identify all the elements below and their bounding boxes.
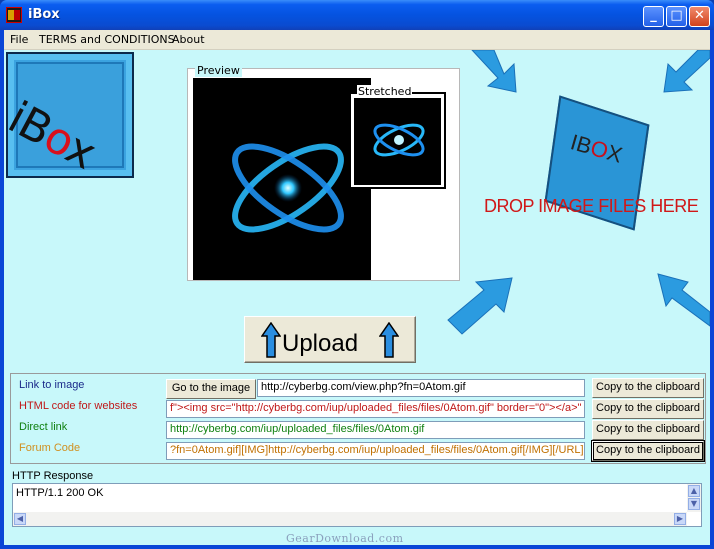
- arrow-bottom-left-icon: [447, 277, 513, 335]
- vertical-scrollbar[interactable]: ▲ ▼: [687, 484, 701, 512]
- atom-icon: [232, 143, 344, 233]
- arrow-bottom-right-icon: [657, 273, 710, 327]
- upload-button[interactable]: Upload: [244, 316, 416, 363]
- menu-bar: File TERMS and CONDITIONS About: [4, 30, 710, 50]
- scroll-up-icon[interactable]: ▲: [688, 485, 700, 497]
- go-to-image-button[interactable]: Go to the image: [166, 379, 256, 399]
- arrow-top-left-icon: [471, 50, 517, 93]
- http-response-box[interactable]: HTTP/1.1 200 OK ▲ ▼ ◀ ▶: [12, 483, 702, 527]
- html-code-field[interactable]: f"><img src="http://cyberbg.com/iup/uplo…: [166, 400, 585, 418]
- title-bar[interactable]: iBox _ □ ✕: [0, 0, 714, 30]
- stretched-image: [354, 98, 441, 185]
- link-to-image-field[interactable]: http://cyberbg.com/view.php?fn=0Atom.gif: [257, 379, 585, 397]
- label-forum-code: Forum Code: [19, 442, 81, 454]
- maximize-button[interactable]: □: [666, 6, 687, 27]
- label-direct-link: Direct link: [19, 421, 68, 433]
- direct-link-field[interactable]: http://cyberbg.com/iup/uploaded_files/fi…: [166, 421, 585, 439]
- scroll-left-icon[interactable]: ◀: [14, 513, 26, 525]
- menu-about[interactable]: About: [172, 33, 205, 46]
- preview-label: Preview: [195, 64, 242, 77]
- maximize-icon: □: [670, 8, 683, 23]
- main-panel: iBox IBOX DROP IMAGE FILES HERE Preview: [0, 50, 710, 545]
- horizontal-scrollbar[interactable]: ◀ ▶: [13, 512, 687, 526]
- up-arrow-right-icon: [379, 322, 399, 358]
- stretched-label: Stretched: [357, 85, 413, 98]
- scroll-right-icon[interactable]: ▶: [674, 513, 686, 525]
- copy-forum-button[interactable]: Copy to the clipboard: [591, 440, 705, 462]
- upload-label: Upload: [282, 330, 359, 357]
- minimize-icon: _: [650, 8, 657, 23]
- http-response-label: HTTP Response: [12, 470, 94, 482]
- app-icon: [6, 7, 22, 23]
- arrow-top-right-icon: [663, 50, 710, 93]
- close-button[interactable]: ✕: [689, 6, 710, 27]
- drop-zone-text: DROP IMAGE FILES HERE: [484, 196, 699, 216]
- http-response-text: HTTP/1.1 200 OK: [16, 487, 104, 499]
- menu-file[interactable]: File: [10, 33, 28, 46]
- up-arrow-left-icon: [261, 322, 281, 358]
- copy-direct-button[interactable]: Copy to the clipboard: [592, 420, 704, 440]
- label-link-to-image: Link to image: [19, 379, 85, 391]
- scroll-down-icon[interactable]: ▼: [688, 498, 700, 510]
- label-html-code: HTML code for websites: [19, 400, 138, 412]
- window-title: iBox: [28, 7, 60, 22]
- copy-html-button[interactable]: Copy to the clipboard: [592, 399, 704, 419]
- preview-image: [193, 78, 371, 280]
- minimize-button[interactable]: _: [643, 6, 664, 27]
- forum-code-field[interactable]: ?fn=0Atom.gif][IMG]http://cyberbg.com/iu…: [166, 442, 585, 460]
- watermark: GearDownload.com: [286, 532, 404, 545]
- close-icon: ✕: [694, 8, 705, 23]
- menu-terms[interactable]: TERMS and CONDITIONS: [39, 33, 175, 46]
- atom-small-icon: [373, 123, 425, 157]
- app-window: iBox _ □ ✕ File TERMS and CONDITIONS Abo…: [0, 0, 714, 549]
- copy-link-button[interactable]: Copy to the clipboard: [592, 378, 704, 398]
